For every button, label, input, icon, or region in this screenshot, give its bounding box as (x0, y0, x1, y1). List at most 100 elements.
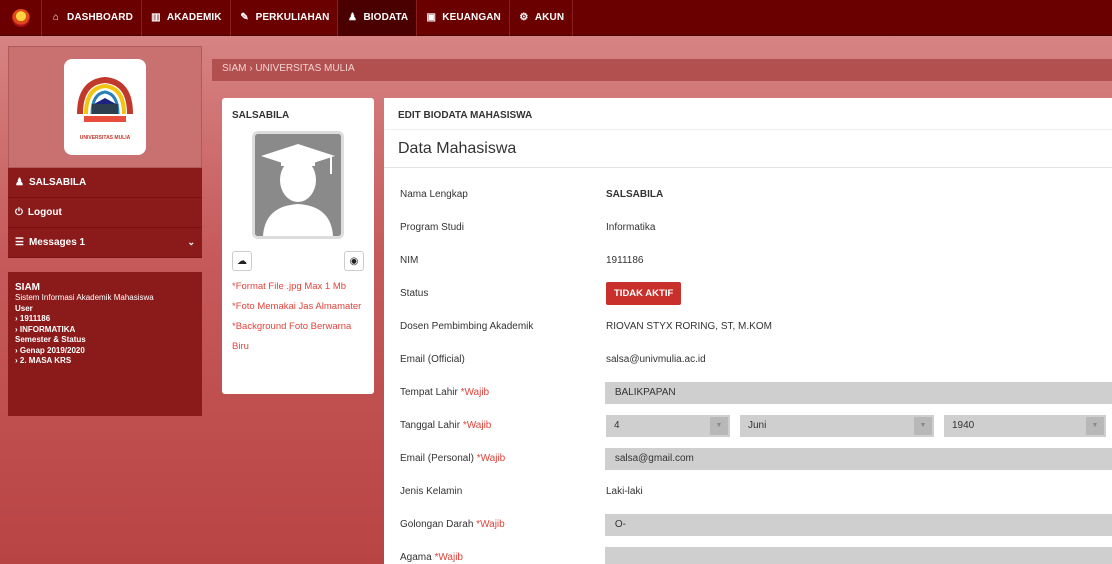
home-icon: ⌂ (52, 12, 60, 23)
form-row-jenis-kelamin: Jenis Kelamin Laki-laki (384, 475, 1112, 508)
sidebar: UNIVERSITAS MULIA ♟ SALSABILA ⏻ Logout ☰… (8, 46, 202, 416)
sidebar-logout-label: Logout (27, 207, 62, 218)
bank-icon: ▥ (151, 12, 161, 23)
section-title: Data Mahasiswa (384, 130, 1112, 168)
profile-card: SALSABILA ☁ ◉ *Format File .jpg Max 1 Mb… (222, 98, 374, 394)
top-navbar: ⌂ DASHBOARD ▥ AKADEMIK ✎ PERKULIAHAN ♟ B… (0, 0, 1112, 36)
info-nim: › 1911186 (15, 314, 51, 323)
breadcrumb: SIAM › UNIVERSITAS MULIA (212, 59, 1112, 81)
status-badge: TIDAK AKTIF (606, 282, 682, 305)
form-row-status: Status TIDAK AKTIF (384, 277, 1112, 310)
field-label: Tempat Lahir *Wajib (400, 387, 490, 398)
form-row-email-personal: Email (Personal) *Wajib salsa@gmail.com (384, 442, 1112, 475)
form-row-agama: Agama *Wajib (384, 541, 1112, 564)
required-marker: *Wajib (460, 387, 490, 398)
field-value: Laki-laki (606, 486, 643, 497)
user-icon: ♟ (347, 12, 358, 23)
field-value: salsa@univmulia.ac.id (606, 354, 706, 365)
required-marker: *Wajib (476, 453, 506, 464)
email-personal-input[interactable]: salsa@gmail.com (604, 447, 1112, 470)
university-logo-icon (11, 8, 30, 27)
photo-note: *Background Foto Berwarna Biru (232, 321, 352, 352)
nav-label: AKUN (534, 12, 565, 23)
upload-button[interactable]: ☁ (232, 251, 252, 271)
year-select[interactable]: 1940 ▼ (944, 414, 1106, 437)
tempat-lahir-input[interactable]: BALIKPAPAN (604, 381, 1112, 404)
university-logo: UNIVERSITAS MULIA (64, 59, 146, 155)
brand-logo-link[interactable] (0, 0, 42, 36)
gears-icon: ⚙ (519, 12, 529, 23)
user-icon: ♟ (15, 177, 24, 188)
nav-dashboard[interactable]: ⌂ DASHBOARD (42, 0, 142, 36)
field-value: 1911186 (606, 255, 644, 266)
photo-note: *Format File .jpg Max 1 Mb (232, 281, 347, 292)
form-row-email-official: Email (Official) salsa@univmulia.ac.id (384, 343, 1112, 376)
nav-label: DASHBOARD (67, 12, 133, 23)
cloud-upload-icon: ☁ (237, 255, 247, 267)
money-icon: ▣ (426, 12, 437, 23)
form-row-dosen: Dosen Pembimbing Akademik RIOVAN STYX RO… (384, 310, 1112, 343)
info-status: › 2. MASA KRS (15, 356, 72, 365)
info-semester: › Genap 2019/2020 (15, 345, 85, 355)
field-label: NIM (400, 255, 419, 266)
camera-icon: ◉ (349, 255, 359, 267)
dropdown-arrow-icon: ▼ (1086, 416, 1104, 435)
field-label: Email (Personal) *Wajib (400, 453, 506, 464)
field-label: Agama *Wajib (400, 552, 463, 563)
sidebar-user[interactable]: ♟ SALSABILA (8, 168, 202, 198)
logo-caption: UNIVERSITAS MULIA (79, 134, 131, 141)
sidebar-logout[interactable]: ⏻ Logout (8, 198, 202, 228)
form-row-tanggal-lahir: Tanggal Lahir *Wajib 4 ▼ Juni ▼ 1940 ▼ (384, 409, 1112, 442)
field-label: Dosen Pembimbing Akademik (400, 321, 534, 332)
logo-panel: UNIVERSITAS MULIA (8, 46, 202, 168)
form-row-nama: Nama Lengkap SALSABILA (384, 178, 1112, 211)
list-icon: ☰ (15, 237, 24, 248)
field-label: Email (Official) (400, 354, 465, 365)
sidebar-messages-label: Messages 1 (28, 237, 86, 248)
nav-label: KEUANGAN (442, 12, 501, 23)
day-select[interactable]: 4 ▼ (606, 414, 730, 437)
sidebar-user-label: SALSABILA (28, 177, 87, 188)
siam-info-panel: SIAM Sistem Informasi Akademik Mahasiswa… (8, 272, 202, 416)
info-user-label: User (15, 303, 33, 313)
month-select[interactable]: Juni ▼ (740, 414, 934, 437)
field-label: Tanggal Lahir *Wajib (400, 420, 492, 431)
nav-label: BIODATA (363, 12, 409, 23)
field-label: Program Studi (400, 222, 464, 233)
university-crest-icon (77, 76, 133, 122)
day-select-value: 4 (614, 420, 620, 431)
required-marker: *Wajib (434, 552, 463, 563)
nav-akademik[interactable]: ▥ AKADEMIK (142, 0, 231, 36)
nav-keuangan[interactable]: ▣ KEUANGAN (417, 0, 510, 36)
field-label: Status (400, 288, 429, 299)
camera-button[interactable]: ◉ (344, 251, 364, 271)
month-select-value: Juni (748, 420, 767, 431)
info-prodi: › INFORMATIKA (15, 324, 76, 334)
agama-input[interactable] (604, 546, 1112, 564)
form-row-golongan-darah: Golongan Darah *Wajib O- (384, 508, 1112, 541)
field-value: RIOVAN STYX RORING, ST, M.KOM (606, 321, 772, 332)
graduate-avatar-icon (255, 134, 341, 236)
field-label: Nama Lengkap (400, 189, 468, 200)
sidebar-messages[interactable]: ☰ Messages 1 ⌄ (8, 228, 202, 258)
field-label: Jenis Kelamin (400, 486, 463, 497)
profile-name: SALSABILA (232, 110, 290, 121)
pencil-icon: ✎ (240, 12, 249, 23)
photo-note: *Foto Memakai Jas Almamater (232, 301, 362, 312)
field-label: Golongan Darah *Wajib (400, 519, 505, 530)
nav-biodata[interactable]: ♟ BIODATA (338, 0, 418, 36)
profile-photo (252, 131, 344, 239)
golongan-darah-input[interactable]: O- (604, 513, 1112, 536)
year-select-value: 1940 (952, 420, 975, 431)
nav-akun[interactable]: ⚙ AKUN (510, 0, 574, 36)
info-semester-label: Semester & Status (15, 335, 86, 344)
dropdown-arrow-icon: ▼ (914, 416, 932, 435)
required-marker: *Wajib (462, 420, 492, 431)
panel-header: EDIT BIODATA MAHASISWA (384, 98, 1112, 130)
field-value: SALSABILA (606, 189, 664, 200)
form-row-prodi: Program Studi Informatika (384, 211, 1112, 244)
field-value: Informatika (606, 222, 656, 233)
nav-label: PERKULIAHAN (255, 12, 330, 23)
chevron-down-icon: ⌄ (187, 237, 195, 247)
nav-perkuliahan[interactable]: ✎ PERKULIAHAN (231, 0, 339, 36)
